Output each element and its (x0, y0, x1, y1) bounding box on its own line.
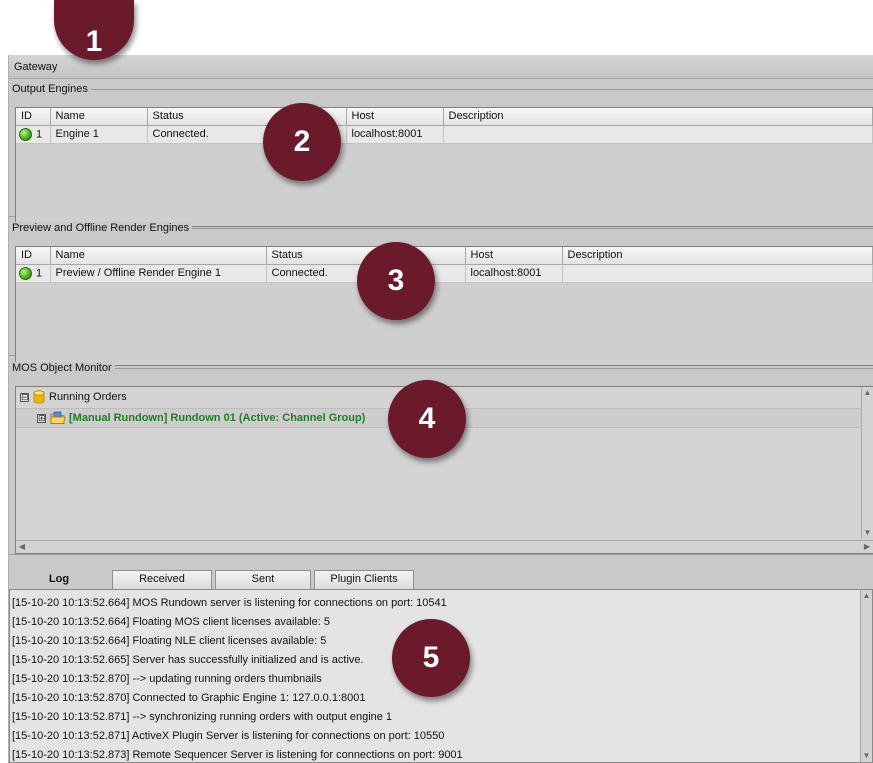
preview-engines-header-row: ID Name Status Host Description (16, 247, 873, 265)
mos-object-monitor-legend: MOS Object Monitor (9, 362, 115, 374)
description-cell (443, 125, 873, 144)
table-row[interactable]: 1 Preview / Offline Render Engine 1 Conn… (16, 264, 873, 283)
log-line: [15-10-20 10:13:52.664] MOS Rundown serv… (12, 597, 447, 609)
scroll-left-icon[interactable]: ◀ (16, 541, 28, 553)
tree-node-label: Running Orders (49, 391, 127, 403)
table-row[interactable]: 1 Engine 1 Connected. localhost:8001 (16, 125, 873, 144)
id-cell: 1 (16, 264, 51, 283)
column-header-host[interactable]: Host (346, 108, 444, 126)
tab-sent[interactable]: Sent (215, 570, 311, 589)
column-header-description[interactable]: Description (443, 108, 873, 126)
column-header-description[interactable]: Description (562, 247, 873, 265)
preview-engines-group: Preview and Offline Render Engines ID Na… (9, 222, 873, 366)
log-tab-strip: Log Received Sent Plugin Clients (9, 568, 873, 590)
tab-received[interactable]: Received (112, 570, 212, 589)
rundown-label: [Manual Rundown] Rundown 01 (Active: Cha… (69, 412, 366, 424)
description-cell (562, 264, 873, 283)
column-header-name[interactable]: Name (50, 247, 267, 265)
callout-1: 1 (54, 0, 134, 60)
callout-4: 4 (388, 380, 466, 458)
scroll-up-icon[interactable]: ▲ (861, 590, 872, 602)
log-line: [15-10-20 10:13:52.871] --> synchronizin… (12, 711, 393, 723)
engine-id: 1 (36, 267, 43, 279)
id-cell: 1 (16, 125, 51, 144)
log-line: [15-10-20 10:13:52.871] ActiveX Plugin S… (12, 730, 445, 742)
database-icon (33, 390, 45, 404)
name-cell: Engine 1 (50, 125, 148, 144)
scroll-up-icon[interactable]: ▲ (862, 387, 873, 399)
scroll-down-icon[interactable]: ▼ (862, 527, 873, 539)
preview-engines-legend: Preview and Offline Render Engines (9, 222, 193, 234)
tab-log[interactable]: Log (23, 571, 95, 590)
output-engines-grid[interactable]: ID Name Status Host Description 1 Engine… (15, 107, 873, 227)
callout-5: 5 (392, 619, 470, 697)
log-line: [15-10-20 10:13:52.873] Remote Sequencer… (12, 749, 463, 761)
callout-3: 3 (357, 242, 435, 320)
column-header-name[interactable]: Name (50, 108, 148, 126)
preview-engines-grid[interactable]: ID Name Status Host Description 1 Previe… (15, 246, 873, 366)
tab-plugin-clients[interactable]: Plugin Clients (314, 570, 414, 589)
folder-rundown-icon (50, 411, 66, 424)
scroll-down-icon[interactable]: ▼ (861, 750, 872, 762)
collapse-toggle[interactable]: ⊟ (20, 392, 29, 402)
green-led-icon (19, 266, 32, 280)
output-engines-group: Output Engines ID Name Status Host Descr… (9, 83, 873, 227)
scroll-right-icon[interactable]: ▶ (861, 541, 873, 553)
output-engines-legend: Output Engines (9, 83, 91, 95)
output-engines-header-row: ID Name Status Host Description (16, 108, 873, 126)
engine-id: 1 (36, 128, 43, 140)
host-cell: localhost:8001 (465, 264, 563, 283)
column-header-id[interactable]: ID (16, 247, 51, 265)
expand-toggle[interactable]: ⊞ (37, 413, 46, 423)
tree-vertical-scrollbar[interactable]: ▲ ▼ (861, 387, 873, 539)
column-header-host[interactable]: Host (465, 247, 563, 265)
column-header-id[interactable]: ID (16, 108, 51, 126)
name-cell: Preview / Offline Render Engine 1 (50, 264, 267, 283)
tree-horizontal-scrollbar[interactable]: ◀ ▶ (16, 540, 873, 553)
host-cell: localhost:8001 (346, 125, 444, 144)
green-led-icon (19, 127, 32, 141)
callout-2: 2 (263, 103, 341, 181)
log-vertical-scrollbar[interactable]: ▲ ▼ (860, 590, 872, 762)
window-title: Gateway (9, 55, 873, 79)
